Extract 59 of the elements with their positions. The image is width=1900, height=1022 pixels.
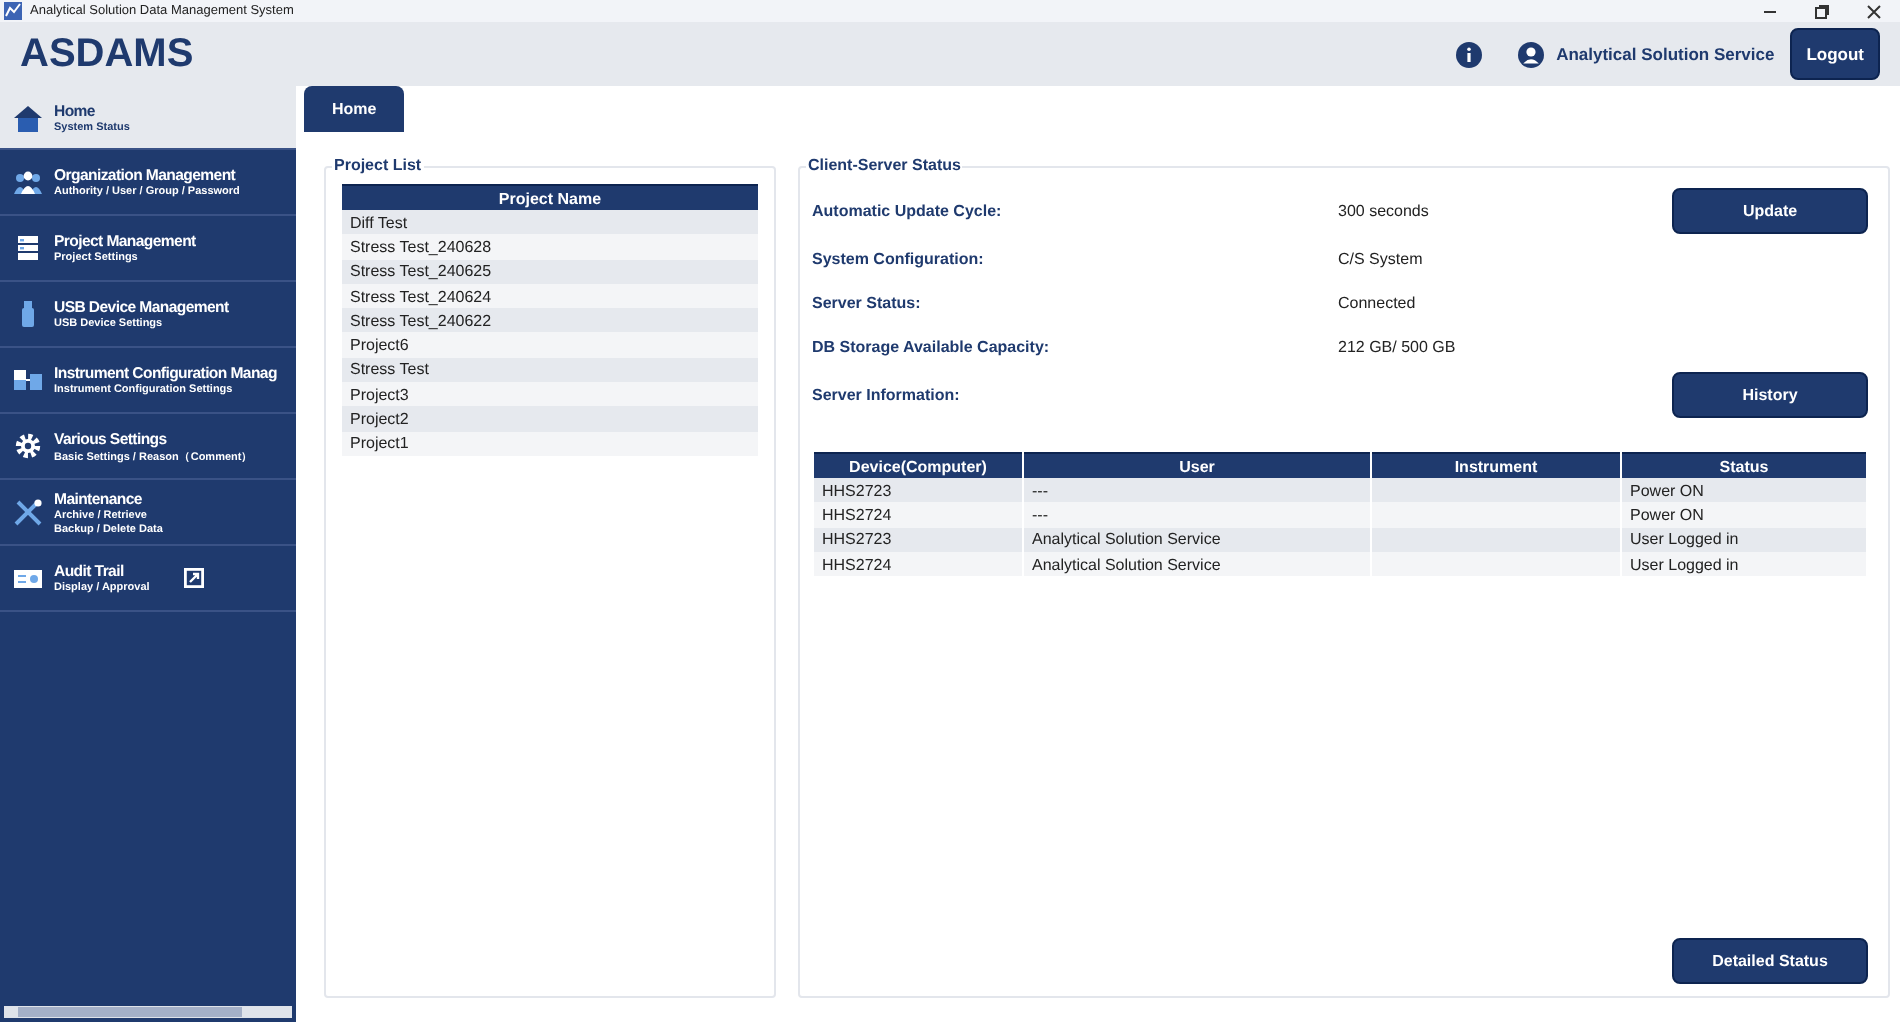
table-cell[interactable]: Project1 (342, 431, 758, 456)
blocks-icon (12, 366, 44, 394)
table-cell[interactable]: Stress Test (342, 357, 758, 383)
action-button[interactable]: Update (1672, 187, 1868, 233)
field-label: Automatic Update Cycle: (812, 201, 1004, 219)
table-cell: HHS2724 (814, 551, 1022, 577)
field-label: System Configuration: (812, 249, 986, 267)
table-cell[interactable]: Stress Test_240625 (342, 259, 758, 284)
logout-button[interactable]: Logout (1790, 28, 1880, 80)
table-cell: HHS2723 (814, 527, 1022, 552)
card-icon (12, 564, 44, 592)
table-cell: User Logged in (1622, 551, 1866, 577)
field-label: DB Storage Available Capacity: (812, 337, 1052, 355)
column-header: Status (1622, 452, 1866, 478)
table-cell[interactable]: Project2 (342, 406, 758, 432)
people-icon (12, 168, 44, 196)
tools-icon (12, 498, 44, 526)
restore-icon[interactable] (1814, 3, 1830, 19)
table-cell: --- (1024, 502, 1370, 528)
app-icon (4, 2, 22, 20)
table-cell[interactable]: Project3 (342, 382, 758, 407)
field-label: Server Information: (812, 385, 962, 403)
table-cell: Analytical Solution Service (1024, 527, 1370, 552)
close-icon[interactable] (1866, 3, 1882, 19)
column-header: Instrument (1372, 452, 1620, 478)
table-cell: Analytical Solution Service (1024, 551, 1370, 577)
table-cell: Power ON (1622, 478, 1866, 503)
user-icon (1518, 41, 1545, 67)
table-cell: User Logged in (1622, 527, 1866, 552)
gear-icon (12, 432, 44, 460)
external-link-icon[interactable] (183, 568, 204, 588)
column-header: Project Name (342, 184, 758, 210)
scrollbar[interactable] (4, 1006, 292, 1018)
field-value: 212 GB/ 500 GB (1338, 337, 1458, 355)
table-cell[interactable]: Stress Test_240624 (342, 283, 758, 309)
user-name: Analytical Solution Service (1556, 44, 1775, 64)
home-icon (12, 103, 44, 131)
field-value: 300 seconds (1338, 201, 1431, 219)
tab[interactable]: Home (304, 86, 405, 132)
field-label: Server Status: (812, 293, 923, 311)
table-cell[interactable]: Diff Test (342, 210, 758, 235)
panel-title: Project List (332, 156, 424, 174)
panel-title: Client-Server Status (806, 156, 963, 174)
app-logo: ASDAMS (20, 31, 194, 77)
table-cell: Power ON (1622, 502, 1866, 528)
column-header: User (1024, 452, 1370, 478)
table-cell[interactable]: Project6 (342, 332, 758, 358)
info-icon[interactable] (1456, 41, 1483, 67)
field-value: C/S System (1338, 249, 1425, 267)
column-header: Device(Computer) (814, 452, 1022, 478)
table-cell: HHS2724 (814, 502, 1022, 528)
detailed-status-button[interactable]: Detailed Status (1672, 938, 1868, 984)
table-cell: --- (1024, 478, 1370, 503)
action-button[interactable]: History (1672, 371, 1868, 417)
server-icon (12, 234, 44, 262)
table-cell: HHS2723 (814, 478, 1022, 503)
field-value: Connected (1338, 293, 1418, 311)
table-cell[interactable]: Stress Test_240628 (342, 234, 758, 260)
table-cell[interactable]: Stress Test_240622 (342, 308, 758, 333)
